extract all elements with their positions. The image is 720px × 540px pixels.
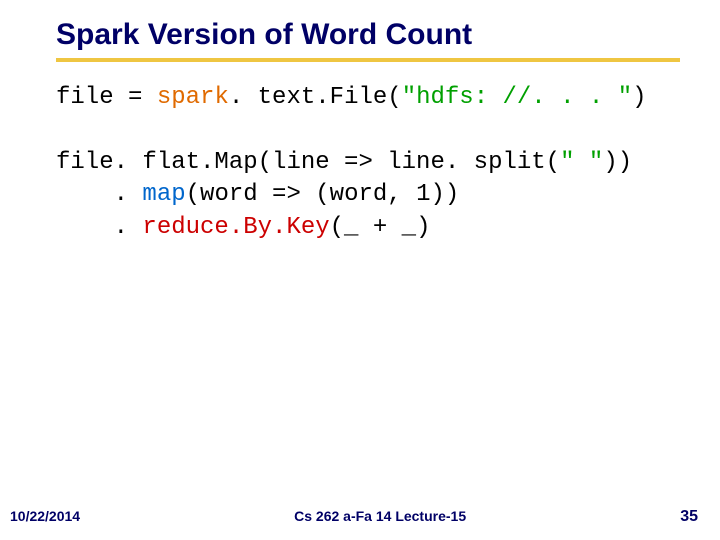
footer-page: 35 xyxy=(680,508,698,526)
footer-course: Cs 262 a-Fa 14 Lecture-15 xyxy=(294,508,466,524)
slide: Spark Version of Word Count file = spark… xyxy=(0,0,720,540)
code-text: file = spark. text.File("hdfs: //. . . "… xyxy=(56,84,647,241)
slide-title: Spark Version of Word Count xyxy=(56,18,720,52)
code-block: file = spark. text.File("hdfs: //. . . "… xyxy=(0,62,720,244)
title-block: Spark Version of Word Count xyxy=(0,0,720,52)
footer-date: 10/22/2014 xyxy=(10,508,80,524)
footer: 10/22/2014 Cs 262 a-Fa 14 Lecture-15 35 xyxy=(0,508,720,526)
